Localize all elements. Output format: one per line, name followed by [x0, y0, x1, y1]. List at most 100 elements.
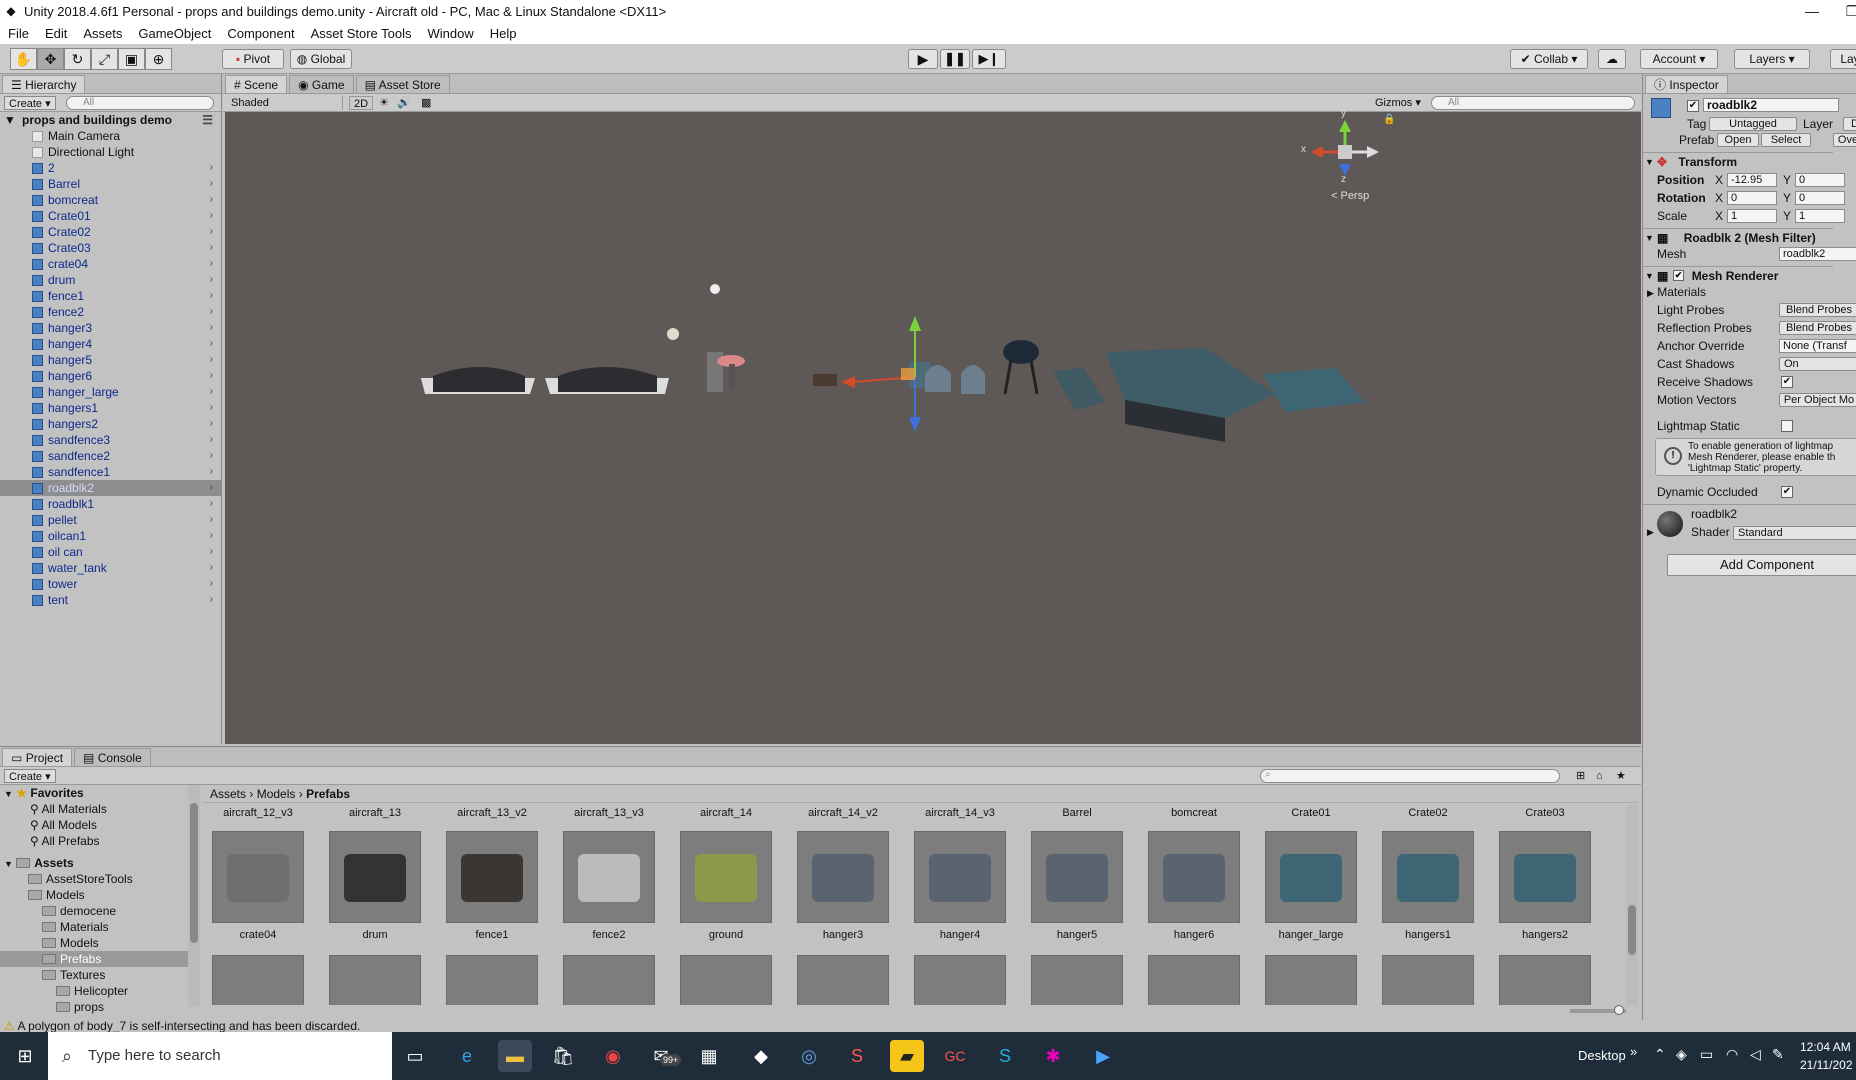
breadcrumb-assets[interactable]: Assets [210, 787, 246, 801]
slider-handle[interactable] [1614, 1005, 1624, 1015]
zoom-icon[interactable]: ▶ [1086, 1040, 1120, 1072]
chevron-right-icon[interactable]: › [210, 256, 213, 272]
chevron-right-icon[interactable]: › [210, 512, 213, 528]
layer-dropdown[interactable]: De [1843, 117, 1856, 131]
menu-component[interactable]: Component [219, 26, 302, 41]
hierarchy-item[interactable]: oilcan1 › [0, 528, 221, 544]
chevron-right-icon[interactable]: › [210, 496, 213, 512]
anchor-override-field[interactable]: None (Transf [1779, 339, 1856, 353]
asset-label-top[interactable]: aircraft_14_v3 [912, 807, 1008, 819]
chevron-right-icon[interactable]: › [210, 560, 213, 576]
hierarchy-item[interactable]: Barrel › [0, 176, 221, 192]
chevron-right-icon[interactable]: › [210, 432, 213, 448]
asset-label-top[interactable]: aircraft_12_v3 [210, 807, 306, 819]
status-bar[interactable]: ⚠ A polygon of body_7 is self-intersecti… [0, 1020, 1856, 1032]
chevron-right-icon[interactable]: › [210, 224, 213, 240]
hierarchy-item[interactable]: hanger4 › [0, 336, 221, 352]
asset-item-partial[interactable] [444, 955, 540, 1005]
minimize-button[interactable]: — [1792, 0, 1832, 22]
hierarchy-item[interactable]: hanger5 › [0, 352, 221, 368]
asset-item[interactable]: hangers2 [1497, 831, 1593, 941]
hierarchy-item[interactable]: tent › [0, 592, 221, 608]
audio-toggle-icon[interactable]: 🔊 [393, 96, 415, 110]
hierarchy-item[interactable]: hangers2 › [0, 416, 221, 432]
menu-asset-store-tools[interactable]: Asset Store Tools [303, 26, 420, 41]
asset-item-partial[interactable] [1497, 955, 1593, 1005]
tree-folder-item[interactable]: Prefabs [0, 951, 200, 967]
asset-item[interactable]: hangers1 [1380, 831, 1476, 941]
tree-folder-item[interactable]: Helicopter [0, 983, 200, 999]
mail-icon[interactable]: ✉99+ [644, 1040, 682, 1072]
shading-mode-dropdown[interactable]: Shaded [227, 96, 343, 110]
windows-start-icon[interactable]: ⊞ [8, 1040, 42, 1072]
hierarchy-item[interactable]: sandfence2 › [0, 448, 221, 464]
chevron-right-icon[interactable]: › [210, 448, 213, 464]
filter-label-icon[interactable]: ⌂ [1592, 769, 1607, 783]
chevron-right-icon[interactable]: › [210, 272, 213, 288]
asset-label-top[interactable]: aircraft_14_v2 [795, 807, 891, 819]
rotate-tool-icon[interactable]: ↻ [64, 48, 91, 70]
hierarchy-item[interactable]: 2 › [0, 160, 221, 176]
materials-label[interactable]: ▶ Materials [1647, 284, 1837, 300]
store-icon[interactable]: 🛍 [546, 1040, 580, 1072]
add-component-button[interactable]: Add Component [1667, 554, 1856, 576]
slack-icon[interactable]: ✱ [1036, 1040, 1070, 1072]
hierarchy-item[interactable]: hanger6 › [0, 368, 221, 384]
hierarchy-item[interactable]: fence2 › [0, 304, 221, 320]
asset-item-partial[interactable] [795, 955, 891, 1005]
favorite-star-icon[interactable]: ★ [1612, 769, 1630, 783]
chevron-right-icon[interactable]: › [210, 192, 213, 208]
asset-item[interactable]: crate04 [210, 831, 306, 941]
menu-edit[interactable]: Edit [37, 26, 75, 41]
hierarchy-item[interactable]: Crate02 › [0, 224, 221, 240]
clock-date[interactable]: 21/11/202 [1800, 1058, 1853, 1072]
tab-game[interactable]: ◉ Game [289, 75, 354, 93]
lightmap-static-checkbox[interactable] [1781, 420, 1793, 432]
pen-icon[interactable]: ✎ [1772, 1046, 1784, 1063]
tree-scrollbar[interactable] [188, 785, 200, 1007]
move-tool-icon[interactable]: ✥ [37, 48, 64, 70]
hierarchy-item[interactable]: Crate03 › [0, 240, 221, 256]
file-explorer-icon[interactable]: ▬ [498, 1040, 532, 1072]
layers-button[interactable]: Layers ▾ [1734, 49, 1810, 69]
prefab-open-button[interactable]: Open [1717, 133, 1759, 147]
hierarchy-item[interactable]: Directional Light [0, 144, 221, 160]
edge-icon[interactable]: e [450, 1040, 484, 1072]
unity-hub-icon[interactable]: ◎ [792, 1040, 826, 1072]
chevron-right-icon[interactable]: › [210, 544, 213, 560]
cloud-button[interactable]: ☁ [1598, 49, 1626, 69]
tree-folder-item[interactable]: props [0, 999, 200, 1015]
tree-folder-item[interactable]: Models [0, 887, 200, 903]
asset-item[interactable]: ground [678, 831, 774, 941]
chevron-right-icon[interactable]: › [210, 480, 213, 496]
tree-folder-item[interactable]: democene [0, 903, 200, 919]
favorite-item[interactable]: ⚲ All Materials [0, 801, 200, 817]
asset-item[interactable]: fence1 [444, 831, 540, 941]
chevron-right-icon[interactable]: › [210, 592, 213, 608]
hierarchy-item[interactable]: oil can › [0, 544, 221, 560]
hierarchy-create-button[interactable]: Create ▾ [4, 96, 56, 110]
chevron-right-icon[interactable]: › [210, 208, 213, 224]
hierarchy-item[interactable]: hangers1 › [0, 400, 221, 416]
hierarchy-item[interactable]: sandfence3 › [0, 432, 221, 448]
hierarchy-item[interactable]: drum › [0, 272, 221, 288]
prefab-overrides-button[interactable]: Ove [1833, 133, 1856, 147]
layout-button[interactable]: Lay [1830, 49, 1856, 69]
mesh-renderer-checkbox[interactable]: ✔ [1673, 270, 1684, 281]
receive-shadows-checkbox[interactable]: ✔ [1781, 376, 1793, 388]
chevron-right-icon[interactable]: › [210, 160, 213, 176]
asset-item-partial[interactable] [327, 955, 423, 1005]
menu-help[interactable]: Help [482, 26, 525, 41]
tray-chevron-icon[interactable]: ⌃ [1654, 1046, 1666, 1063]
scene-search-input[interactable]: All [1431, 96, 1635, 110]
tab-project[interactable]: ▭ Project [2, 748, 73, 766]
asset-item-partial[interactable] [1146, 955, 1242, 1005]
hierarchy-search-input[interactable]: All [66, 96, 214, 110]
prefab-select-button[interactable]: Select [1761, 133, 1811, 147]
asset-label-top[interactable]: Crate03 [1497, 807, 1593, 819]
hierarchy-item[interactable]: bomcreat › [0, 192, 221, 208]
taskbar-search-input[interactable]: ⌕ Type here to search [48, 1032, 392, 1080]
asset-label-top[interactable]: aircraft_13_v2 [444, 807, 540, 819]
asset-label-top[interactable]: Crate01 [1263, 807, 1359, 819]
tag-dropdown[interactable]: Untagged [1709, 117, 1797, 131]
